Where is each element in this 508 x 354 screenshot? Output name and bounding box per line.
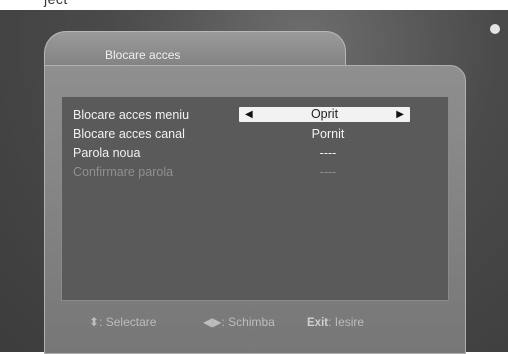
background-dot xyxy=(490,24,500,34)
menu-row-value: ---- xyxy=(319,165,337,179)
exit-key-icon: Exit xyxy=(307,317,329,329)
menu-row-value: Pornit xyxy=(311,127,345,141)
value-selector[interactable]: ◀ Oprit ▶ xyxy=(239,107,410,122)
tv-screen: Blocare acces Blocare acces meniu ◀ Opri… xyxy=(0,0,508,354)
help-change-label: : Schimba xyxy=(221,315,275,329)
up-down-arrows-icon: ⬍ xyxy=(89,315,100,329)
menu-row-value: Oprit xyxy=(310,107,339,121)
help-change: ◀▶: Schimba xyxy=(203,315,275,329)
menu-list: Blocare acces meniu ◀ Oprit ▶ Blocare ac… xyxy=(61,96,449,301)
page-title: Blocare acces xyxy=(105,48,181,62)
menu-row-label: Blocare acces canal xyxy=(73,127,185,141)
help-exit: Exit: Iesire xyxy=(307,315,364,329)
menu-row-lock-menu[interactable]: Blocare acces meniu ◀ Oprit ▶ xyxy=(62,107,448,123)
menu-row-label: Blocare acces meniu xyxy=(73,108,190,122)
left-right-arrows-icon: ◀▶ xyxy=(203,315,222,329)
right-arrow-icon[interactable]: ▶ xyxy=(396,109,404,120)
menu-row-label: Parola noua xyxy=(73,146,141,160)
help-bar: ⬍: Selectare ◀▶: Schimba Exit: Iesire xyxy=(45,315,465,331)
menu-row-label: Confirmare parola xyxy=(73,165,174,179)
help-select: ⬍: Selectare xyxy=(89,315,156,329)
cropped-caption-text: ject xyxy=(44,0,68,7)
menu-panel: Blocare acces meniu ◀ Oprit ▶ Blocare ac… xyxy=(44,65,466,354)
menu-row-confirm-password: Confirmare parola ---- xyxy=(62,165,448,180)
menu-row-value: ---- xyxy=(319,146,337,160)
help-select-label: : Selectare xyxy=(99,315,157,329)
help-exit-label: : Iesire xyxy=(328,315,365,329)
menu-row-lock-channel[interactable]: Blocare acces canal Pornit xyxy=(62,127,448,142)
menu-row-new-password[interactable]: Parola noua ---- xyxy=(62,146,448,161)
